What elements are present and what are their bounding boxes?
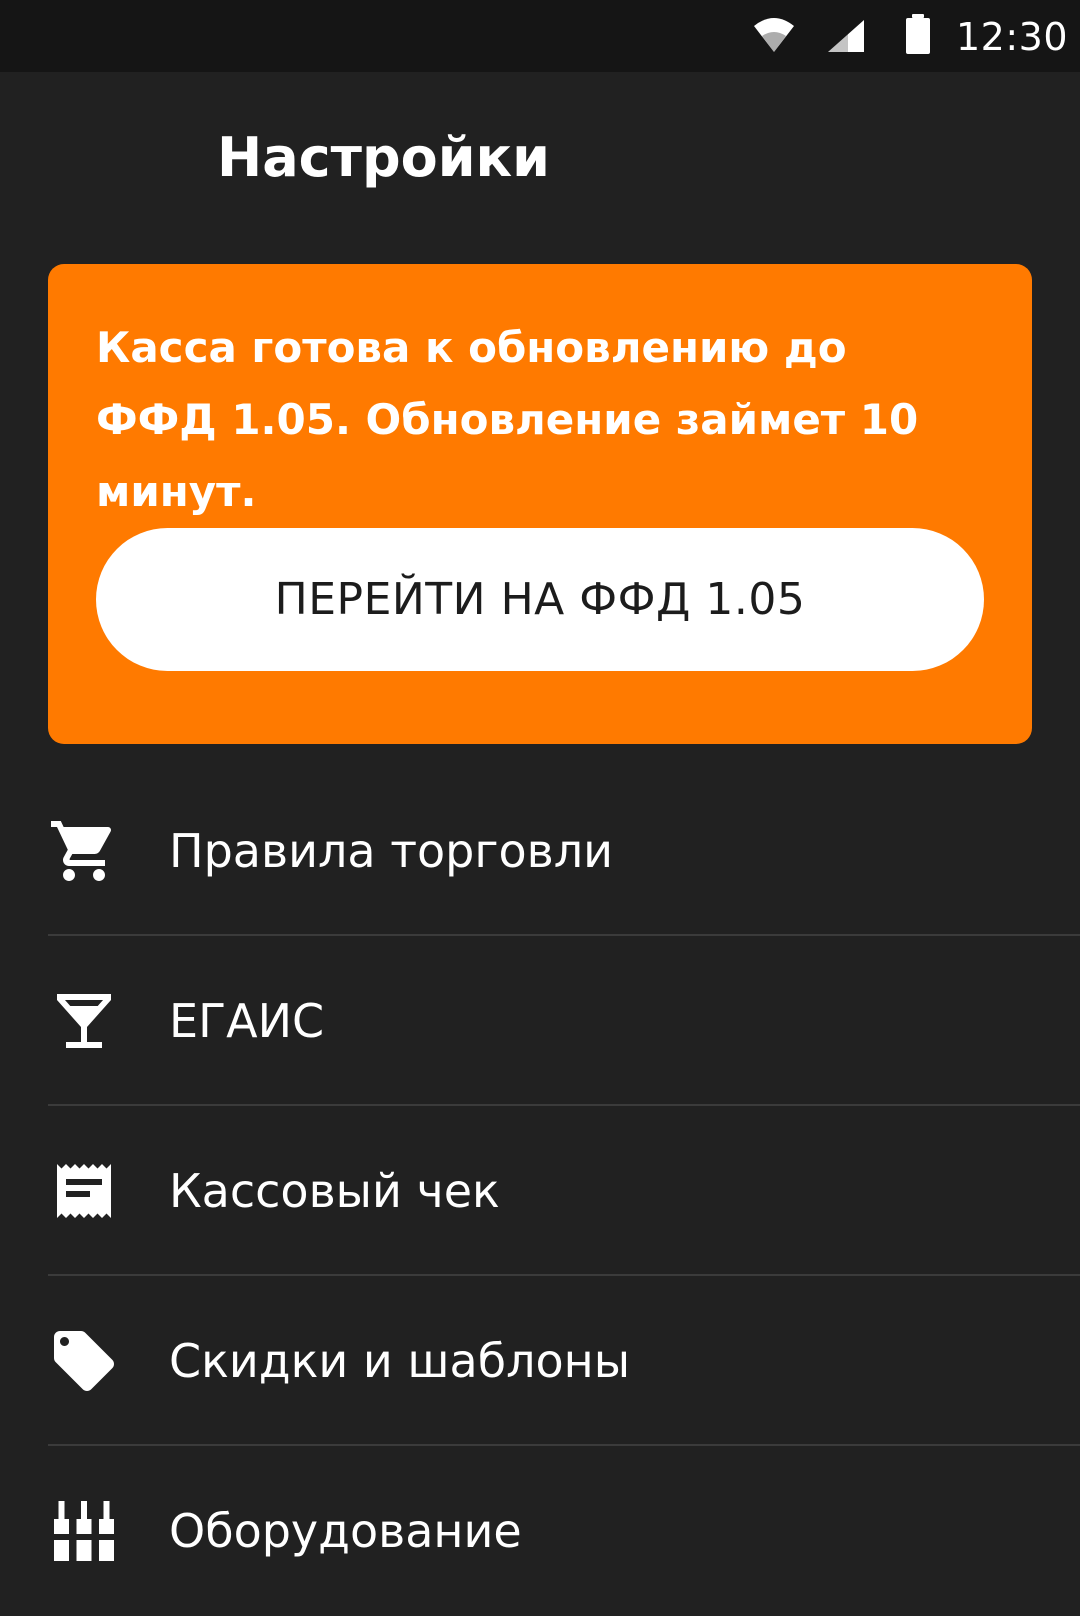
page-title: Настройки [217, 126, 551, 189]
menu-item-equipment[interactable]: Оборудование [0, 1446, 1080, 1616]
tag-icon [54, 1331, 114, 1391]
signal-icon [828, 20, 864, 52]
upgrade-ffd-button-label: ПЕРЕЙТИ НА ФФД 1.05 [274, 574, 806, 625]
menu-item-discounts[interactable]: Скидки и шаблоны [0, 1276, 1080, 1446]
status-bar: 12:30 [0, 0, 1080, 72]
update-banner: Касса готова к обновлению до ФФД 1.05. О… [48, 264, 1032, 744]
equipment-icon [54, 1501, 114, 1561]
upgrade-ffd-button[interactable]: ПЕРЕЙТИ НА ФФД 1.05 [96, 528, 984, 671]
menu-item-label: Кассовый чек [169, 1164, 500, 1218]
receipt-icon [57, 1164, 111, 1218]
menu-item-label: Скидки и шаблоны [169, 1334, 631, 1388]
wifi-icon [754, 18, 794, 52]
menu-item-label: ЕГАИС [169, 994, 325, 1048]
battery-icon [906, 14, 930, 54]
settings-menu: Правила торговли ЕГАИС Кассовый чек Скид… [0, 766, 1080, 1616]
menu-item-egais[interactable]: ЕГАИС [0, 936, 1080, 1106]
menu-item-label: Оборудование [169, 1504, 522, 1558]
menu-item-trade-rules[interactable]: Правила торговли [0, 766, 1080, 936]
cocktail-glass-icon [57, 994, 111, 1048]
menu-item-label: Правила торговли [169, 824, 614, 878]
banner-message: Касса готова к обновлению до ФФД 1.05. О… [96, 323, 919, 516]
cart-icon [51, 821, 112, 881]
status-time: 12:30 [956, 15, 1069, 59]
menu-item-receipt[interactable]: Кассовый чек [0, 1106, 1080, 1276]
